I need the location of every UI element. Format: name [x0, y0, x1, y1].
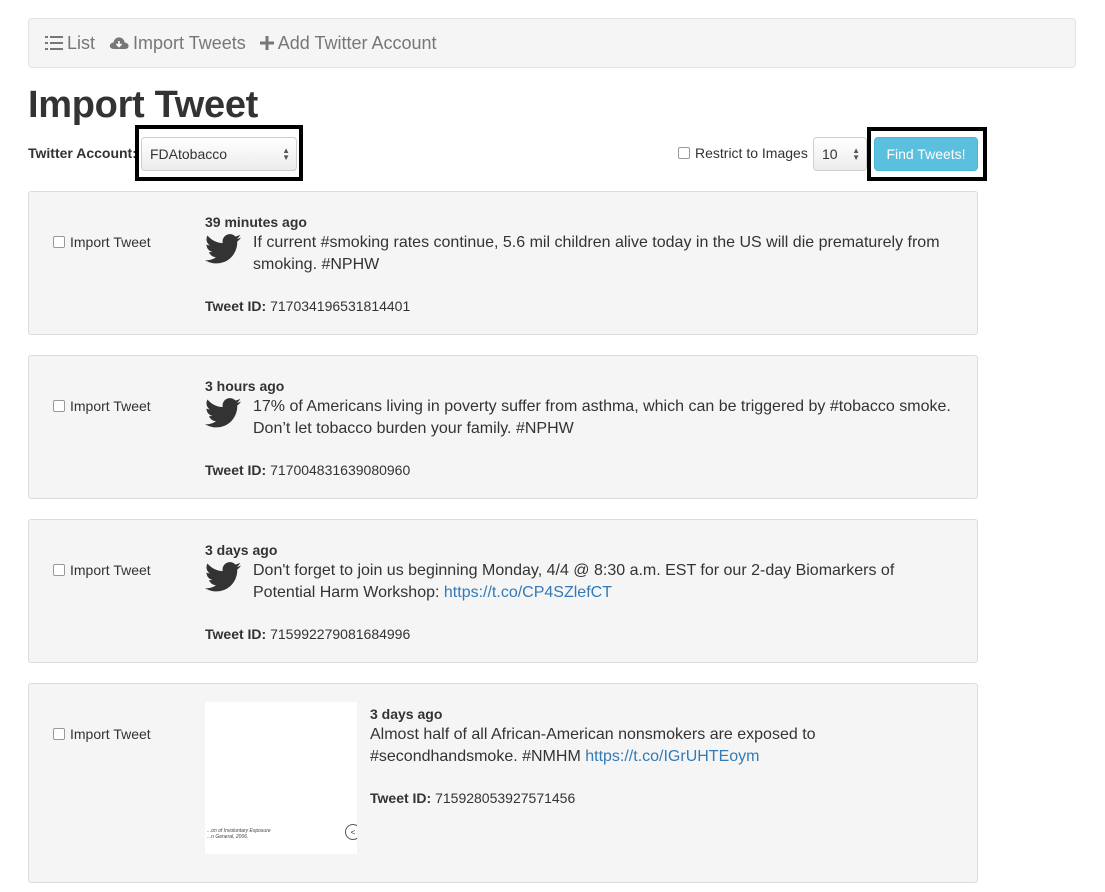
- tweet-id-label: Tweet ID:: [205, 462, 267, 478]
- restrict-images-checkbox[interactable]: [678, 147, 690, 159]
- image-caption: ...on of Involuntary Exposure ...n Gener…: [207, 828, 271, 840]
- tweet-id-value: 715992279081684996: [270, 626, 411, 642]
- nav-add-account-label: Add Twitter Account: [277, 32, 437, 53]
- import-tweet-checkbox[interactable]: [53, 400, 65, 412]
- tweet-id: Tweet ID: 715992279081684996: [205, 626, 410, 642]
- plus-icon: [259, 36, 274, 50]
- nav-import-label: Import Tweets: [133, 32, 246, 53]
- tweet-id: Tweet ID: 717034196531814401: [205, 298, 410, 314]
- tweet-time: 3 hours ago: [205, 378, 285, 394]
- restrict-images-label: Restrict to Images: [695, 145, 808, 161]
- tweet-link[interactable]: https://t.co/CP4SZlefCT: [444, 584, 612, 601]
- top-nav: List Import Tweets Add Twitter Account: [28, 18, 1076, 68]
- tweet-count-select[interactable]: 10 ▲ ▼: [813, 137, 867, 171]
- twitter-account-select[interactable]: FDAtobacco ▲ ▼: [141, 137, 297, 171]
- tweet-time: 3 days ago: [205, 542, 278, 558]
- tweet-count-value: 10: [822, 146, 838, 162]
- nav-list-label: List: [67, 32, 96, 53]
- nav-list-link[interactable]: List: [45, 33, 95, 54]
- tweet-card: Import Tweet 39 minutes ago If current #…: [28, 191, 978, 335]
- twitter-bird-icon: [205, 398, 241, 428]
- list-icon: [45, 36, 63, 50]
- restrict-images-control[interactable]: Restrict to Images: [678, 145, 808, 161]
- tweet-image-thumbnail[interactable]: ...on of Involuntary Exposure ...n Gener…: [205, 702, 357, 854]
- nav-import-link[interactable]: Import Tweets: [109, 33, 246, 54]
- select-arrows-icon: ▲ ▼: [282, 146, 290, 162]
- cloud-download-icon: [109, 37, 129, 49]
- tweet-id: Tweet ID: 715928053927571456: [370, 790, 575, 806]
- share-icon: <: [345, 824, 357, 840]
- page-title: Import Tweet: [28, 84, 259, 126]
- import-tweet-control[interactable]: Import Tweet: [53, 234, 151, 250]
- tweet-id: Tweet ID: 717004831639080960: [205, 462, 410, 478]
- twitter-bird-icon: [205, 234, 241, 264]
- tweet-id-value: 717034196531814401: [270, 298, 411, 314]
- tweet-id-value: 715928053927571456: [435, 790, 576, 806]
- tweet-text: Almost half of all African-American nons…: [370, 724, 930, 768]
- tweet-time: 39 minutes ago: [205, 214, 307, 230]
- tweet-id-label: Tweet ID:: [205, 298, 267, 314]
- tweet-id-value: 717004831639080960: [270, 462, 411, 478]
- import-tweet-label: Import Tweet: [70, 562, 151, 578]
- find-tweets-button[interactable]: Find Tweets!: [874, 137, 978, 171]
- import-tweet-control[interactable]: Import Tweet: [53, 726, 151, 742]
- image-caption-line: ...n General, 2006.: [207, 834, 249, 840]
- import-tweet-checkbox[interactable]: [53, 236, 65, 248]
- import-tweet-label: Import Tweet: [70, 726, 151, 742]
- tweet-card: Import Tweet ...on of Involuntary Exposu…: [28, 683, 978, 883]
- import-tweet-checkbox[interactable]: [53, 564, 65, 576]
- import-tweet-checkbox[interactable]: [53, 728, 65, 740]
- nav-add-account-link[interactable]: Add Twitter Account: [259, 32, 437, 54]
- twitter-account-value: FDAtobacco: [150, 146, 228, 162]
- tweet-card: Import Tweet 3 days ago Don't forget to …: [28, 519, 978, 663]
- tweet-id-label: Tweet ID:: [370, 790, 432, 806]
- twitter-account-label: Twitter Account:: [28, 145, 137, 161]
- tweet-text: 17% of Americans living in poverty suffe…: [253, 398, 951, 437]
- select-arrows-icon: ▲ ▼: [852, 146, 860, 162]
- tweet-text: Don't forget to join us beginning Monday…: [253, 560, 943, 604]
- import-tweet-control[interactable]: Import Tweet: [53, 562, 151, 578]
- tweet-card: Import Tweet 3 hours ago 17% of American…: [28, 355, 978, 499]
- import-tweet-label: Import Tweet: [70, 398, 151, 414]
- tweet-id-label: Tweet ID:: [205, 626, 267, 642]
- tweet-text: If current #smoking rates continue, 5.6 …: [253, 234, 940, 273]
- twitter-bird-icon: [205, 562, 241, 592]
- import-tweet-control[interactable]: Import Tweet: [53, 398, 151, 414]
- tweet-time: 3 days ago: [370, 706, 443, 722]
- import-tweet-label: Import Tweet: [70, 234, 151, 250]
- tweet-link[interactable]: https://t.co/IGrUHTEoym: [585, 748, 759, 765]
